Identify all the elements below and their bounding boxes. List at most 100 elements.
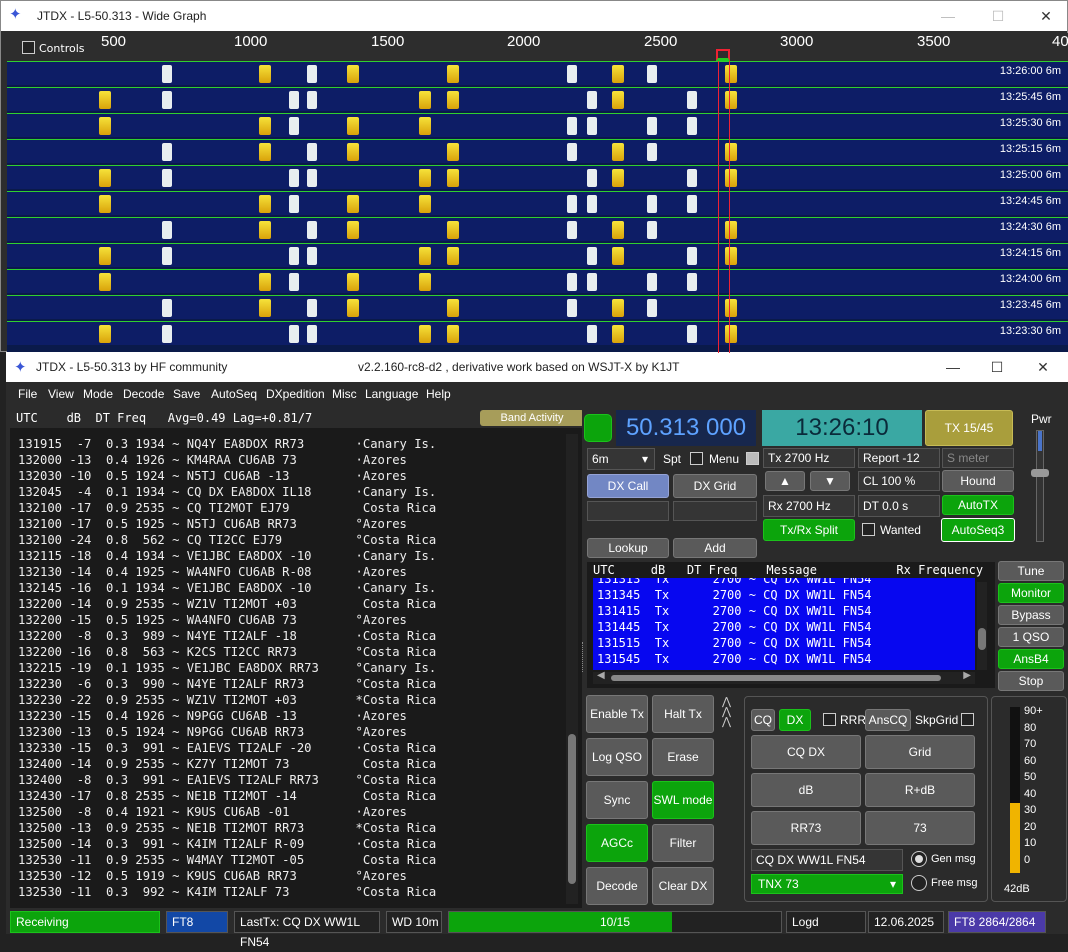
decode-row[interactable]: 132530 -11 0.9 2535 ~ W4MAY TI2MOT -05 C… (18, 852, 436, 868)
freq-down-button[interactable]: ▼ (810, 471, 850, 491)
menu-help[interactable]: Help (426, 387, 451, 401)
minimize-button[interactable]: — (930, 352, 976, 382)
decode-row[interactable]: 132100 -24 0.8 562 ~ CQ TI2CC EJ79 °Cost… (18, 532, 436, 548)
anscq-button[interactable]: AnsCQ (865, 709, 911, 731)
tx-history-row[interactable]: 131545 Tx 2700 ~ CQ DX WW1L FN54 (597, 652, 872, 666)
wanted-checkbox[interactable] (862, 523, 875, 536)
clear-dx-button[interactable]: Clear DX (652, 867, 714, 905)
menu-misc[interactable]: Misc (332, 387, 357, 401)
tx-rx-split-button[interactable]: Tx/Rx Split (763, 519, 855, 541)
tune-button[interactable]: Tune (998, 561, 1064, 581)
tx-history-row[interactable]: 131445 Tx 2700 ~ CQ DX WW1L FN54 (597, 620, 872, 634)
enable-tx-button[interactable]: Enable Tx (586, 695, 648, 733)
decode-row[interactable]: 132200 -15 0.5 1925 ~ WA4NFO CU6AB 73 °A… (18, 612, 407, 628)
tx-history-row[interactable]: 131345 Tx 2700 ~ CQ DX WW1L FN54 (597, 588, 872, 602)
menu-checkbox[interactable] (746, 452, 759, 465)
decode-row[interactable]: 132500 -13 0.9 2535 ~ NE1B TI2MOT RR73 *… (18, 820, 436, 836)
freq-up-button[interactable]: ▲ (765, 471, 805, 491)
monitor-button[interactable]: Monitor (998, 583, 1064, 603)
menu-autoseq[interactable]: AutoSeq (211, 387, 257, 401)
dx-call-input[interactable] (587, 501, 669, 521)
decode-row[interactable]: 132400 -14 0.9 2535 ~ KZ7Y TI2MOT 73 Cos… (18, 756, 436, 772)
ansb4-button[interactable]: AnsB4 (998, 649, 1064, 669)
lookup-button[interactable]: Lookup (587, 538, 669, 558)
one-qso-button[interactable]: 1 QSO (998, 627, 1064, 647)
tx-history-hscroll[interactable]: ◀ ▶ (593, 670, 975, 684)
band-select[interactable]: 6m ▾ (587, 448, 655, 470)
decode-row[interactable]: 132230 -15 0.4 1926 ~ N9PGG CU6AB -13 ·A… (18, 708, 407, 724)
menu-mode[interactable]: Mode (83, 387, 113, 401)
menu-decode[interactable]: Decode (123, 387, 164, 401)
msg-73-button[interactable]: 73 (865, 811, 975, 845)
tx-history-list[interactable]: 131313 Tx 2700 ~ CQ DX WW1L FN54 131345 T… (593, 578, 975, 670)
waterfall-display[interactable]: 13:26:00 6m 13:25:45 6m 13:25:30 6m 13:25:1… (7, 61, 1068, 353)
close-button[interactable]: ✕ (1023, 1, 1068, 31)
log-qso-button[interactable]: Log QSO (586, 738, 648, 776)
skpgrid-checkbox[interactable] (961, 713, 974, 726)
s-meter-field[interactable]: S meter (942, 448, 1014, 468)
dx-button[interactable]: DX (779, 709, 811, 731)
rx-frequency-marker[interactable] (716, 49, 730, 61)
frequency-scale[interactable]: Controls 500 1000 1500 2000 2500 3000 35… (7, 33, 1068, 61)
autoseq3-button[interactable]: AutoSeq3 (941, 518, 1015, 542)
free-msg-select[interactable]: TNX 73 ▾ (751, 874, 903, 894)
maximize-button[interactable]: ☐ (974, 352, 1020, 382)
dt-field[interactable]: DT 0.0 s (858, 495, 940, 517)
gen-msg-radio[interactable] (911, 851, 927, 867)
tx-history-row[interactable]: 131415 Tx 2700 ~ CQ DX WW1L FN54 (597, 604, 872, 618)
agcc-button[interactable]: AGCc (586, 824, 648, 862)
filter-button[interactable]: Filter (652, 824, 714, 862)
bypass-button[interactable]: Bypass (998, 605, 1064, 625)
decode-row[interactable]: 132200 -16 0.8 563 ~ K2CS TI2CC RR73 °Co… (18, 644, 436, 660)
menu-language[interactable]: Language (365, 387, 418, 401)
decode-row[interactable]: 132215 -19 0.1 1935 ~ VE1JBC EA8DOX RR73… (18, 660, 436, 676)
dx-call-button[interactable]: DX Call (587, 474, 669, 498)
decode-row[interactable]: 132530 -12 0.5 1919 ~ K9US CU6AB RR73 °A… (18, 868, 407, 884)
band-activity-panel[interactable]: UTC dB DT Freq Avg=0.49 Lag=+0.81/7 Band… (10, 410, 582, 908)
tx-history-row[interactable]: 131313 Tx 2700 ~ CQ DX WW1L FN54 (597, 578, 872, 586)
halt-tx-button[interactable]: Halt Tx (652, 695, 714, 733)
msg-r-db-button[interactable]: R+dB (865, 773, 975, 807)
cl-field[interactable]: CL 100 % (858, 471, 940, 491)
dx-grid-button[interactable]: DX Grid (673, 474, 757, 498)
controls-checkbox[interactable] (22, 41, 35, 54)
tx-frequency-field[interactable]: Tx 2700 Hz (763, 448, 855, 468)
menu-save[interactable]: Save (173, 387, 200, 401)
decode-row[interactable]: 132045 -4 0.1 1934 ~ CQ DX EA8DOX IL18 ·… (18, 484, 436, 500)
gen-msg-input[interactable]: CQ DX WW1L FN54 (751, 849, 903, 871)
decode-row[interactable]: 132300 -13 0.5 1924 ~ N9PGG CU6AB RR73 °… (18, 724, 407, 740)
swl-mode-button[interactable]: SWL mode (652, 781, 714, 819)
decode-row[interactable]: 132500 -8 0.4 1921 ~ K9US CU6AB -01 ·Azo… (18, 804, 407, 820)
cq-button[interactable]: CQ (751, 709, 775, 731)
decode-row[interactable]: 132115 -18 0.4 1934 ~ VE1JBC EA8DOX -10 … (18, 548, 436, 564)
rx-frequency-field[interactable]: Rx 2700 Hz (763, 495, 855, 517)
spt-checkbox[interactable] (690, 452, 703, 465)
decode-row[interactable]: 132100 -17 0.9 2535 ~ CQ TI2MOT EJ79 Cos… (18, 500, 436, 516)
power-slider[interactable] (1031, 430, 1049, 542)
decode-row[interactable]: 132230 -22 0.9 2535 ~ WZ1V TI2MOT +03 *C… (18, 692, 436, 708)
report-field[interactable]: Report -12 (858, 448, 940, 468)
tx-slot-button[interactable]: TX 15/45 (925, 410, 1013, 446)
rrr-checkbox[interactable] (823, 713, 836, 726)
hound-button[interactable]: Hound (942, 470, 1014, 492)
decode-row[interactable]: 132100 -17 0.5 1925 ~ N5TJ CU6AB RR73 °A… (18, 516, 407, 532)
collapse-arrows-icon[interactable]: ⋀ ⋀ ⋀ (722, 696, 738, 731)
maximize-button[interactable]: ☐ (975, 1, 1021, 31)
dial-frequency[interactable]: 50.313 000 (616, 410, 756, 446)
decode-row[interactable]: 132530 -11 0.3 992 ~ K4IM TI2ALF 73 °Cos… (18, 884, 436, 900)
band-activity-scrollbar[interactable] (566, 434, 578, 904)
close-button[interactable]: ✕ (1020, 352, 1066, 382)
menu-dxpedition[interactable]: DXpedition (266, 387, 325, 401)
msg-rr73-button[interactable]: RR73 (751, 811, 861, 845)
decode-row[interactable]: 132500 -14 0.3 991 ~ K4IM TI2ALF R-09 ·C… (18, 836, 436, 852)
decode-row[interactable]: 132030 -10 0.5 1924 ~ N5TJ CU6AB -13 ·Az… (18, 468, 407, 484)
msg-cq-dx-button[interactable]: CQ DX (751, 735, 861, 769)
erase-button[interactable]: Erase (652, 738, 714, 776)
decode-row[interactable]: 132230 -6 0.3 990 ~ N4YE TI2ALF RR73 °Co… (18, 676, 436, 692)
decode-row[interactable]: 132200 -8 0.3 989 ~ N4YE TI2ALF -18 ·Cos… (18, 628, 436, 644)
decode-row[interactable]: 131915 -7 0.3 1934 ~ NQ4Y EA8DOX RR73 ·C… (18, 436, 436, 452)
sync-button[interactable]: Sync (586, 781, 648, 819)
minimize-button[interactable]: — (925, 1, 971, 31)
add-button[interactable]: Add (673, 538, 757, 558)
decode-row[interactable]: 132330 -15 0.3 991 ~ EA1EVS TI2ALF -20 ·… (18, 740, 436, 756)
